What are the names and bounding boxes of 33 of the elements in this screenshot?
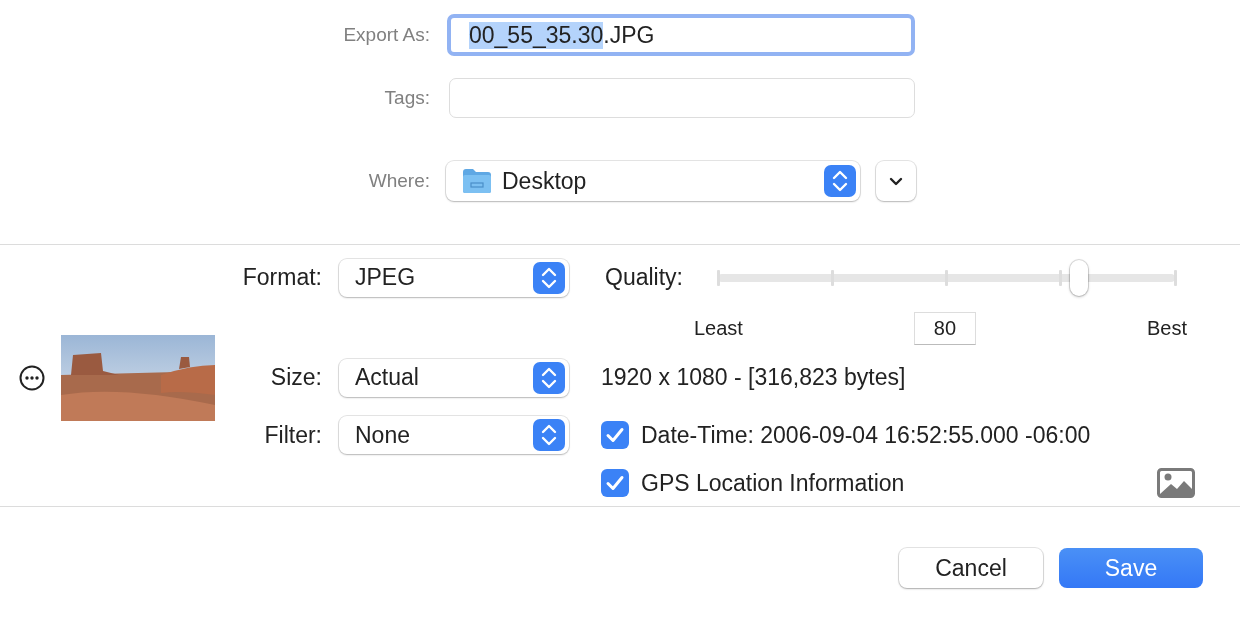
- field-label: Where:: [367, 170, 430, 192]
- checkbox-label: Date-Time: 2006-09-04 16:52:55.000 -06:00: [641, 421, 1091, 449]
- field-label: Size:: [269, 364, 322, 391]
- stepper-icon: [824, 165, 856, 197]
- caret-icon: [889, 176, 903, 186]
- stepper-icon: [533, 361, 565, 394]
- size-popup[interactable]: Actual: [339, 358, 569, 397]
- field-label: Format:: [241, 264, 322, 291]
- more-options-icon[interactable]: [19, 364, 45, 391]
- cancel-button[interactable]: Cancel: [899, 548, 1043, 588]
- field-label: Filter:: [263, 421, 322, 449]
- max-label: Best: [1146, 317, 1187, 340]
- filter-popup[interactable]: None: [339, 416, 569, 454]
- quality-value-field[interactable]: 80: [913, 312, 976, 345]
- stepper-icon: [533, 419, 565, 451]
- slider-thumb[interactable]: [1070, 259, 1088, 296]
- checkbox[interactable]: [601, 421, 629, 449]
- checkbox-label: GPS Location Information: [641, 469, 905, 497]
- quality-label: Quality:: [605, 264, 684, 291]
- tags-field[interactable]: [449, 78, 915, 118]
- image-info-text: 1920 x 1080 - [316,823 bytes]: [601, 364, 906, 391]
- image-icon[interactable]: [1157, 468, 1195, 498]
- expand-button[interactable]: [876, 161, 916, 201]
- filename-field[interactable]: 00_55_35.30.JPG: [447, 14, 915, 56]
- location-popup[interactable]: Desktop: [446, 161, 860, 201]
- field-label: Tags:: [383, 87, 430, 109]
- folder-icon: [462, 168, 492, 194]
- stepper-icon: [533, 261, 565, 294]
- field-label: Export As:: [342, 24, 430, 46]
- save-button[interactable]: Save: [1059, 548, 1203, 588]
- checkbox[interactable]: [601, 469, 629, 497]
- min-label: Least: [694, 317, 743, 340]
- format-popup[interactable]: JPEG: [339, 258, 569, 297]
